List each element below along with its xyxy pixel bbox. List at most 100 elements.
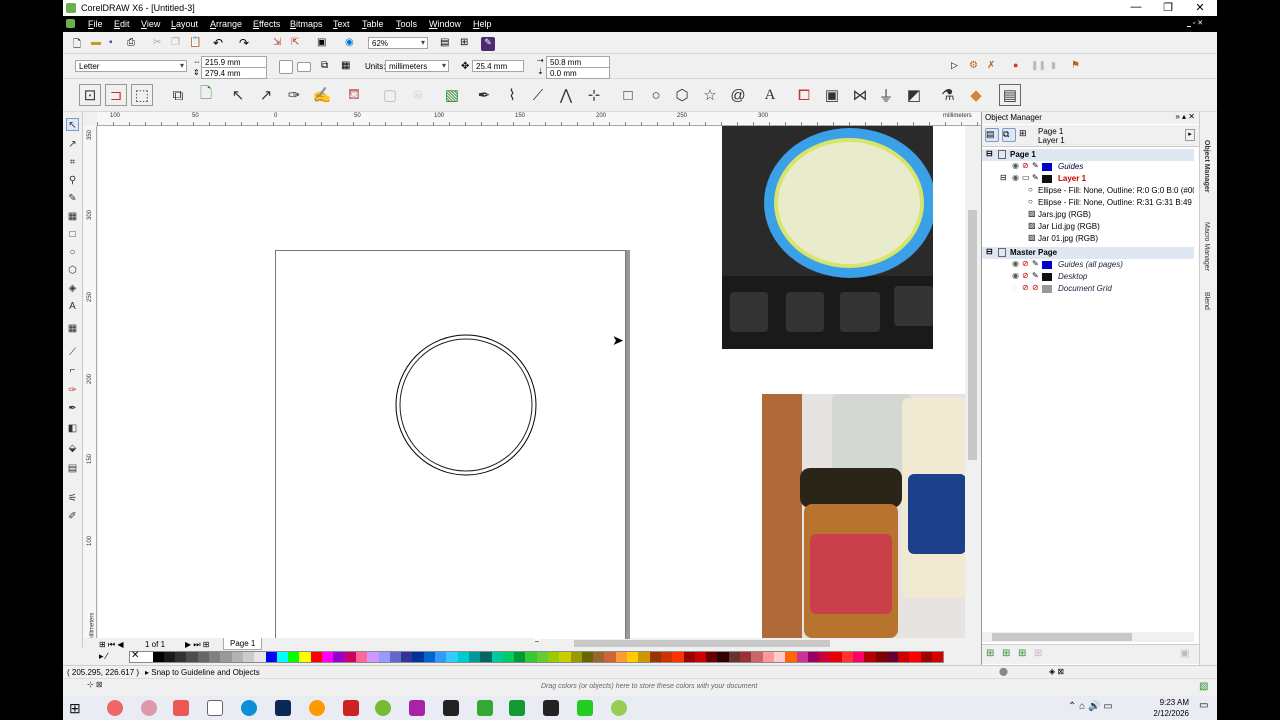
tree-document-grid[interactable]: ◌ ⊘ ⊘ Document Grid <box>982 283 1194 295</box>
color-swatch[interactable] <box>254 652 266 662</box>
macro-run-icon[interactable]: ✗ <box>987 60 1001 74</box>
knife-tool-icon[interactable]: ✑ <box>283 84 305 106</box>
color-swatch[interactable] <box>457 652 469 662</box>
frame-icon[interactable]: ▣ <box>821 84 843 106</box>
color-swatch[interactable] <box>649 652 661 662</box>
edit-disabled-icon[interactable]: ⊘ <box>1032 283 1039 292</box>
color-swatch[interactable] <box>412 652 424 662</box>
redo-icon[interactable]: ↷ <box>239 36 253 50</box>
pen-tool-icon[interactable]: ✒ <box>473 84 495 106</box>
tab-blend[interactable]: Blend <box>1203 292 1210 310</box>
palette-arrows-icon[interactable]: ▸ ⁄ <box>99 651 108 662</box>
color-swatch[interactable] <box>344 652 356 662</box>
rectangle-icon[interactable]: □ <box>66 228 79 241</box>
units-dropdown[interactable]: millimeters <box>385 60 449 72</box>
color-swatch[interactable] <box>593 652 605 662</box>
color-swatch[interactable] <box>762 652 774 662</box>
jars-photo[interactable] <box>762 394 966 638</box>
interactive-fill-icon[interactable]: ◆ <box>965 84 987 106</box>
open-icon[interactable]: ▬ <box>91 37 105 51</box>
smart-fill-icon[interactable]: ▦ <box>66 210 79 223</box>
ellipse-outer[interactable] <box>395 334 537 476</box>
color-swatch[interactable] <box>932 652 944 662</box>
freehand-icon[interactable]: ✎ <box>66 192 79 205</box>
color-swatch[interactable] <box>209 652 221 662</box>
app-icon[interactable] <box>375 700 391 716</box>
options-icon[interactable]: ✎ <box>481 37 495 51</box>
color-swatch[interactable] <box>389 652 402 662</box>
play-macro-icon[interactable]: ▷ <box>951 60 965 74</box>
print-icon[interactable]: ⎙ <box>127 37 141 51</box>
color-swatch[interactable] <box>796 652 808 662</box>
color-swatch[interactable] <box>322 652 334 662</box>
color-swatch[interactable] <box>672 652 684 662</box>
macro-editor-icon[interactable]: ⚙ <box>969 60 983 74</box>
edit-across-layers-icon[interactable]: ⧉ <box>1002 128 1016 142</box>
color-swatch[interactable] <box>220 652 232 662</box>
rectangle-tool-icon[interactable]: □ <box>617 84 639 106</box>
close-button[interactable]: ✕ <box>1185 1 1215 14</box>
color-swatch[interactable] <box>175 652 187 662</box>
tree-item[interactable]: ▨ Jar Lid.jpg (RGB) <box>982 221 1194 233</box>
color-swatch[interactable] <box>435 652 447 662</box>
layer-manager-view-icon[interactable]: ⊞ <box>1019 128 1033 142</box>
new-master-layer-icon[interactable]: ⊞ <box>1002 648 1016 662</box>
app-icon[interactable] <box>141 700 157 716</box>
coreldraw-taskbar-icon[interactable] <box>611 700 627 716</box>
pause-macro-icon[interactable]: ❚❚ <box>1031 60 1046 74</box>
app-icon[interactable] <box>509 700 525 716</box>
edit-pen-icon[interactable]: ✎ <box>1032 259 1039 268</box>
crop-icon[interactable]: ⌗ <box>66 156 79 169</box>
vertical-ruler[interactable]: 350 300 250 200 150 100 millimeters <box>84 126 97 641</box>
tree-desktop[interactable]: ◉ ⊘ ✎ Desktop <box>982 271 1194 283</box>
tab-object-manager[interactable]: Object Manager <box>1203 140 1210 193</box>
eyedropper-icon[interactable]: ⚗ <box>937 84 959 106</box>
shape-icon[interactable]: ↗ <box>66 138 79 151</box>
color-swatch[interactable] <box>333 652 345 662</box>
edge-icon[interactable] <box>241 700 257 716</box>
shape-tool-icon[interactable]: ↗ <box>255 84 277 106</box>
print-disabled-icon[interactable]: ⊘ <box>1022 283 1029 292</box>
text-tool-icon[interactable]: A <box>759 84 781 106</box>
color-swatch[interactable] <box>141 652 153 662</box>
color-swatch[interactable] <box>660 652 673 662</box>
app-icon[interactable] <box>543 700 559 716</box>
color-swatch[interactable] <box>446 652 458 662</box>
star-tool-icon[interactable]: ☆ <box>699 84 721 106</box>
export-icon[interactable]: ⇱ <box>291 37 305 51</box>
app-icon[interactable] <box>443 700 459 716</box>
visibility-icon[interactable]: ◉ <box>1012 173 1019 182</box>
current-page-icon[interactable]: ▦ <box>341 60 355 74</box>
clock-date[interactable]: 2/12/2026 <box>1139 709 1189 718</box>
object-manager-hscroll[interactable] <box>982 632 1194 642</box>
app-icon[interactable] <box>577 700 593 716</box>
color-swatch[interactable] <box>468 652 481 662</box>
color-swatch[interactable] <box>683 652 695 662</box>
color-swatch[interactable] <box>265 652 277 662</box>
transform-tool-icon[interactable]: ⌾ <box>407 84 429 106</box>
text-icon[interactable]: A <box>66 300 79 313</box>
menu-file[interactable]: File <box>88 19 103 29</box>
ellipse-icon[interactable]: ○ <box>66 246 79 259</box>
interactive-fill-tool-icon[interactable]: ⬙ <box>66 442 79 455</box>
welcome-screen-icon[interactable]: ◉ <box>345 37 359 51</box>
menu-tools[interactable]: Tools <box>396 19 417 29</box>
record-macro-icon[interactable]: ● <box>1013 60 1027 74</box>
visibility-icon[interactable]: ◉ <box>1012 259 1019 268</box>
color-swatch[interactable] <box>536 652 548 662</box>
color-swatch[interactable] <box>310 652 323 662</box>
landscape-icon[interactable] <box>297 62 311 72</box>
collapse-icon[interactable]: ⊟ <box>986 149 993 158</box>
horizontal-scroll-thumb[interactable] <box>574 640 830 647</box>
cut-icon[interactable]: ✂ <box>153 37 167 51</box>
docker-controls[interactable]: » ▴ ✕ <box>1175 112 1195 121</box>
horizontal-scrollbar[interactable] <box>539 639 971 648</box>
page-nav-next[interactable]: ▶ ⏭ ⊞ <box>185 640 210 650</box>
copilot-icon[interactable] <box>107 700 123 716</box>
color-swatch[interactable] <box>694 652 707 662</box>
color-swatch[interactable] <box>785 652 797 662</box>
menu-window[interactable]: Window <box>429 19 461 29</box>
eyedropper-tool-icon[interactable]: ✑ <box>66 384 79 397</box>
tree-item[interactable]: ○ Ellipse - Fill: None, Outline: R:0 G:0… <box>982 185 1194 197</box>
clock-time[interactable]: 9:23 AM <box>1147 698 1189 707</box>
